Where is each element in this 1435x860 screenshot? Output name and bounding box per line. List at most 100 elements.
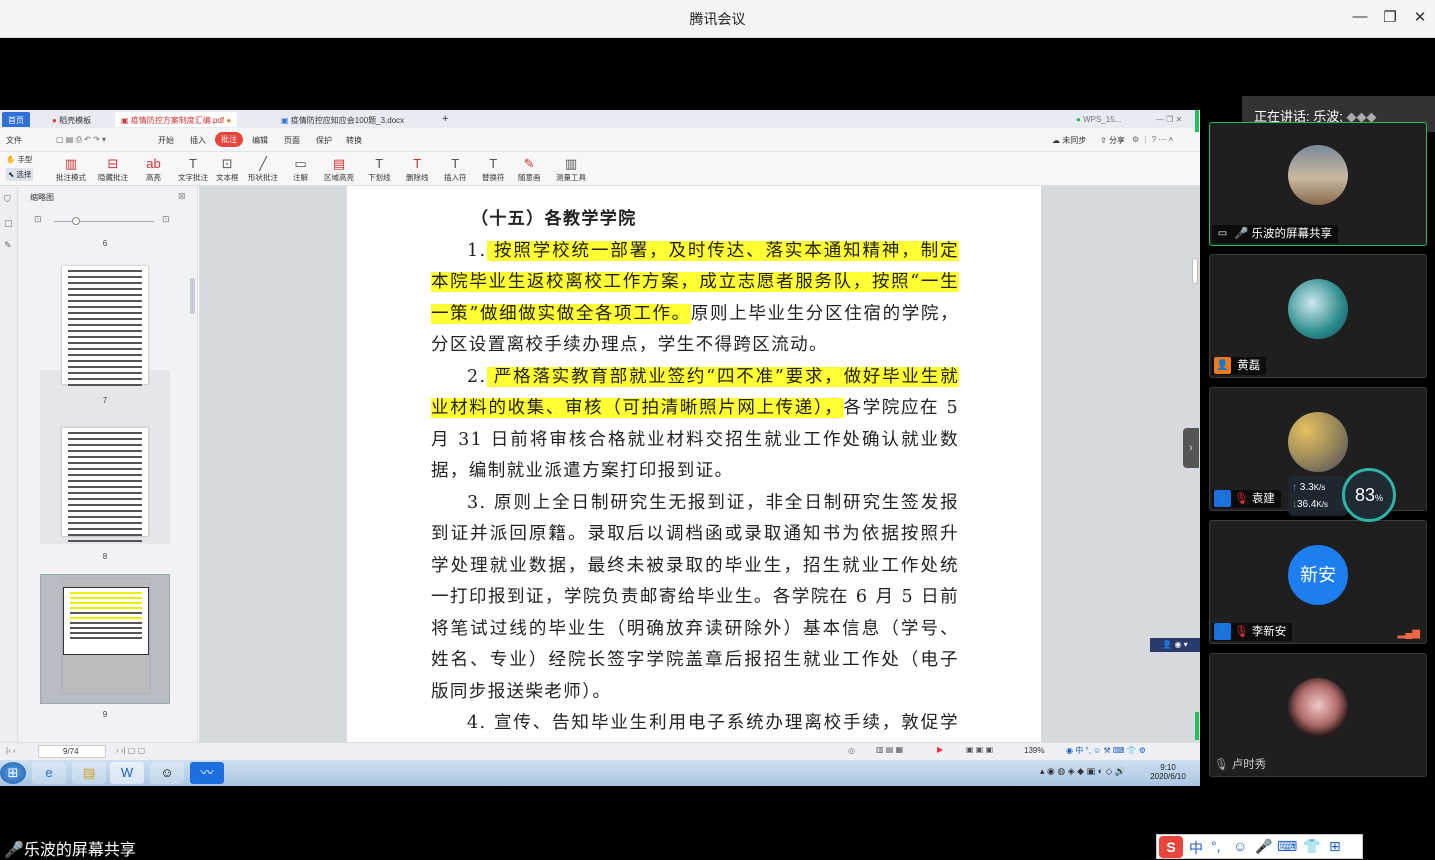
participant-tile[interactable]: ▭ 🎤 乐波的屏幕共享	[1209, 122, 1427, 246]
menu-insert[interactable]: 插入	[190, 135, 206, 146]
shape-comment-tool[interactable]: ╱ 形状批注	[248, 155, 278, 183]
sidebar-scrollbar[interactable]	[190, 278, 195, 314]
quick-access-icons[interactable]: ▢ ▤ ⎙ ↶ ↷ ▾	[56, 135, 106, 145]
mic-muted-icon: 🎙	[1234, 626, 1249, 638]
sidebar-close-icon[interactable]: ⊠	[178, 191, 186, 202]
tab-wps[interactable]: ● WPS_15...	[1070, 112, 1127, 127]
ime-toolbox-icon[interactable]: ⊞	[1329, 838, 1341, 855]
page-thumbnail-8[interactable]	[40, 418, 170, 544]
section-heading: （十五）各教学学院	[471, 209, 637, 229]
ie-icon[interactable]: e	[32, 762, 66, 784]
thumbnail-icon[interactable]: ▢	[4, 218, 13, 229]
text-comment-tool[interactable]: T 文字批注	[178, 155, 208, 183]
underline-tool[interactable]: T 下划线	[368, 155, 391, 183]
share-status-label: 乐波的屏幕共享	[23, 842, 136, 859]
share-status: 🎤乐波的屏幕共享	[4, 836, 136, 860]
zoom-in-thumb-icon[interactable]: ⊡	[162, 214, 170, 225]
explorer-icon[interactable]: ▤	[72, 762, 106, 784]
annotate-mode-tool[interactable]: ▥ 批注模式	[56, 155, 86, 183]
docer-icon: ●	[52, 116, 57, 125]
select-tool[interactable]: ⬉ 选择	[6, 168, 34, 181]
ime-voice-icon[interactable]: 🎤	[1255, 838, 1272, 855]
panel-collapse-handle[interactable]: ›	[1183, 428, 1199, 468]
first-page-icon[interactable]: |‹ ‹	[6, 746, 16, 755]
insert-mark-tool[interactable]: T 插入符	[444, 155, 467, 183]
document-text: （十五）各教学学院 1. 按照学校统一部署，及时传达、落实本通知精神，制定本院毕…	[431, 204, 959, 771]
play-icon[interactable]: ▶	[937, 745, 943, 754]
participant-tile[interactable]: 👤 黄磊	[1209, 254, 1427, 378]
page-number-input[interactable]: 9/74	[38, 745, 106, 758]
ruler-icon: ▥	[564, 156, 578, 171]
app-taskbar-icon[interactable]: ☺	[150, 762, 184, 784]
network-monitor[interactable]: ↑ 3.3K/s ↓36.4K/s 83%	[1284, 468, 1400, 522]
bookmark-icon[interactable]: ⛉	[4, 194, 11, 205]
sync-status[interactable]: ☁ 未同步	[1052, 135, 1086, 146]
close-button[interactable]: ✕	[1410, 8, 1430, 26]
hand-tool[interactable]: ✋ 手型	[6, 154, 32, 165]
hide-annotations-tool[interactable]: ⊟ 隐藏批注	[98, 155, 128, 183]
replace-mark-tool[interactable]: T 替换符	[482, 155, 505, 183]
menu-edit[interactable]: 编辑	[252, 135, 268, 146]
freehand-tool[interactable]: ✎ 随意画	[518, 155, 541, 183]
participant-label: 👤 🎙 李新安	[1212, 623, 1293, 641]
ime-emoji-icon[interactable]: ☺	[1233, 838, 1247, 854]
mini-toolbar-icons[interactable]: 👤 ◉ ▾	[1150, 638, 1200, 652]
avatar: 新安	[1288, 545, 1348, 605]
menu-home[interactable]: 开始	[158, 135, 174, 146]
tab-pdf[interactable]: ▣ 疫情防控方案制度汇编.pdf ●	[115, 112, 238, 127]
next-page-icon[interactable]: › ›| ▢ ▢	[116, 746, 145, 755]
highlight-tool[interactable]: ab 高亮	[146, 155, 161, 183]
avatar	[1288, 279, 1348, 339]
page-thumbnail-9[interactable]	[40, 574, 170, 704]
tool-label: 注解	[293, 173, 308, 182]
ime-lang[interactable]: 中	[1189, 838, 1203, 858]
ime-keyboard-icon[interactable]: ⌨	[1277, 838, 1297, 855]
maximize-button[interactable]: ❐	[1380, 8, 1400, 26]
area-highlight-tool[interactable]: ▤ 区域高亮	[324, 155, 354, 183]
menu-convert[interactable]: 转换	[346, 135, 362, 146]
menu-protect[interactable]: 保护	[316, 135, 332, 146]
wps-tabbar: 首页 ● 稻壳模板 ▣ 疫情防控方案制度汇编.pdf ● ▣ 疫情防控应知应会1…	[0, 110, 1200, 128]
thumb-zoom-slider[interactable]	[54, 221, 154, 222]
wps-taskbar-icon[interactable]: W	[110, 762, 144, 784]
ime-skin-icon[interactable]: 👕	[1303, 838, 1320, 855]
menu-page[interactable]: 页面	[284, 135, 300, 146]
tab-templates[interactable]: ● 稻壳模板	[46, 112, 97, 127]
textbox-tool[interactable]: ⊡ 文本框	[216, 155, 239, 183]
tab-home[interactable]: 首页	[2, 112, 30, 127]
ime-toolbar[interactable]: S 中 °, ☺ 🎤 ⌨ 👕 ⊞	[1156, 834, 1363, 859]
meeting-taskbar-icon[interactable]: 〰	[190, 762, 224, 784]
participant-tile[interactable]: 新安 👤 🎙 李新安 ▂▄▆	[1209, 520, 1427, 644]
thumb-page	[62, 428, 148, 542]
strikethrough-tool[interactable]: T 删除线	[406, 155, 429, 183]
tab-docx[interactable]: ▣ 疫情防控应知应会100题_3.docx	[275, 112, 410, 127]
note-tool[interactable]: ▭ 注解	[293, 155, 308, 183]
zoom-level[interactable]: 139%	[1024, 746, 1044, 755]
participant-name: 卢时秀	[1231, 759, 1267, 771]
settings-icon[interactable]: ⚙ ⋮ ? ⋯ ˄	[1132, 135, 1173, 144]
new-tab-button[interactable]: +	[436, 110, 454, 125]
start-button[interactable]: ⊞	[0, 762, 26, 784]
minimize-button[interactable]: —	[1350, 8, 1370, 25]
menu-annotate[interactable]: 批注	[215, 132, 243, 147]
fit-icons[interactable]: ▣ ▣ ▣	[966, 745, 993, 754]
menu-file[interactable]: 文件	[6, 135, 22, 146]
share-button[interactable]: ⇪ 分享	[1100, 135, 1125, 146]
unsaved-dot-icon: ●	[226, 116, 232, 125]
annotation-list-icon[interactable]: ✎	[4, 240, 12, 251]
ime-punct[interactable]: °,	[1211, 838, 1221, 854]
eye-icon[interactable]: ◎	[848, 746, 855, 755]
participant-tile[interactable]: 🎙 卢时秀	[1209, 653, 1427, 777]
thumb-zoom-knob[interactable]	[72, 217, 80, 225]
tray-ime-icons[interactable]: ◉ 中 °, ☺ ⚒ ⌨ 👕 ⚙	[1066, 745, 1146, 756]
measure-tool[interactable]: ▥ 测量工具	[556, 155, 586, 183]
wps-window-controls[interactable]: — ❐ ✕	[1150, 112, 1188, 127]
view-mode-icons[interactable]: ▥ ▤ ▦	[876, 745, 903, 754]
share-label: 分享	[1108, 136, 1125, 145]
zoom-out-thumb-icon[interactable]: ⊡	[34, 214, 42, 225]
system-tray-icons[interactable]: ▴ ◉ ◍ ◈ ◆ ▣ ◐ ◇ 🔊	[1040, 766, 1126, 777]
cpu-gauge: 83%	[1342, 468, 1396, 522]
tab-wps-label: WPS_15...	[1083, 115, 1122, 124]
insert-mark-icon: T	[451, 156, 460, 171]
clock[interactable]: 9:10 2020/6/10	[1148, 763, 1188, 781]
